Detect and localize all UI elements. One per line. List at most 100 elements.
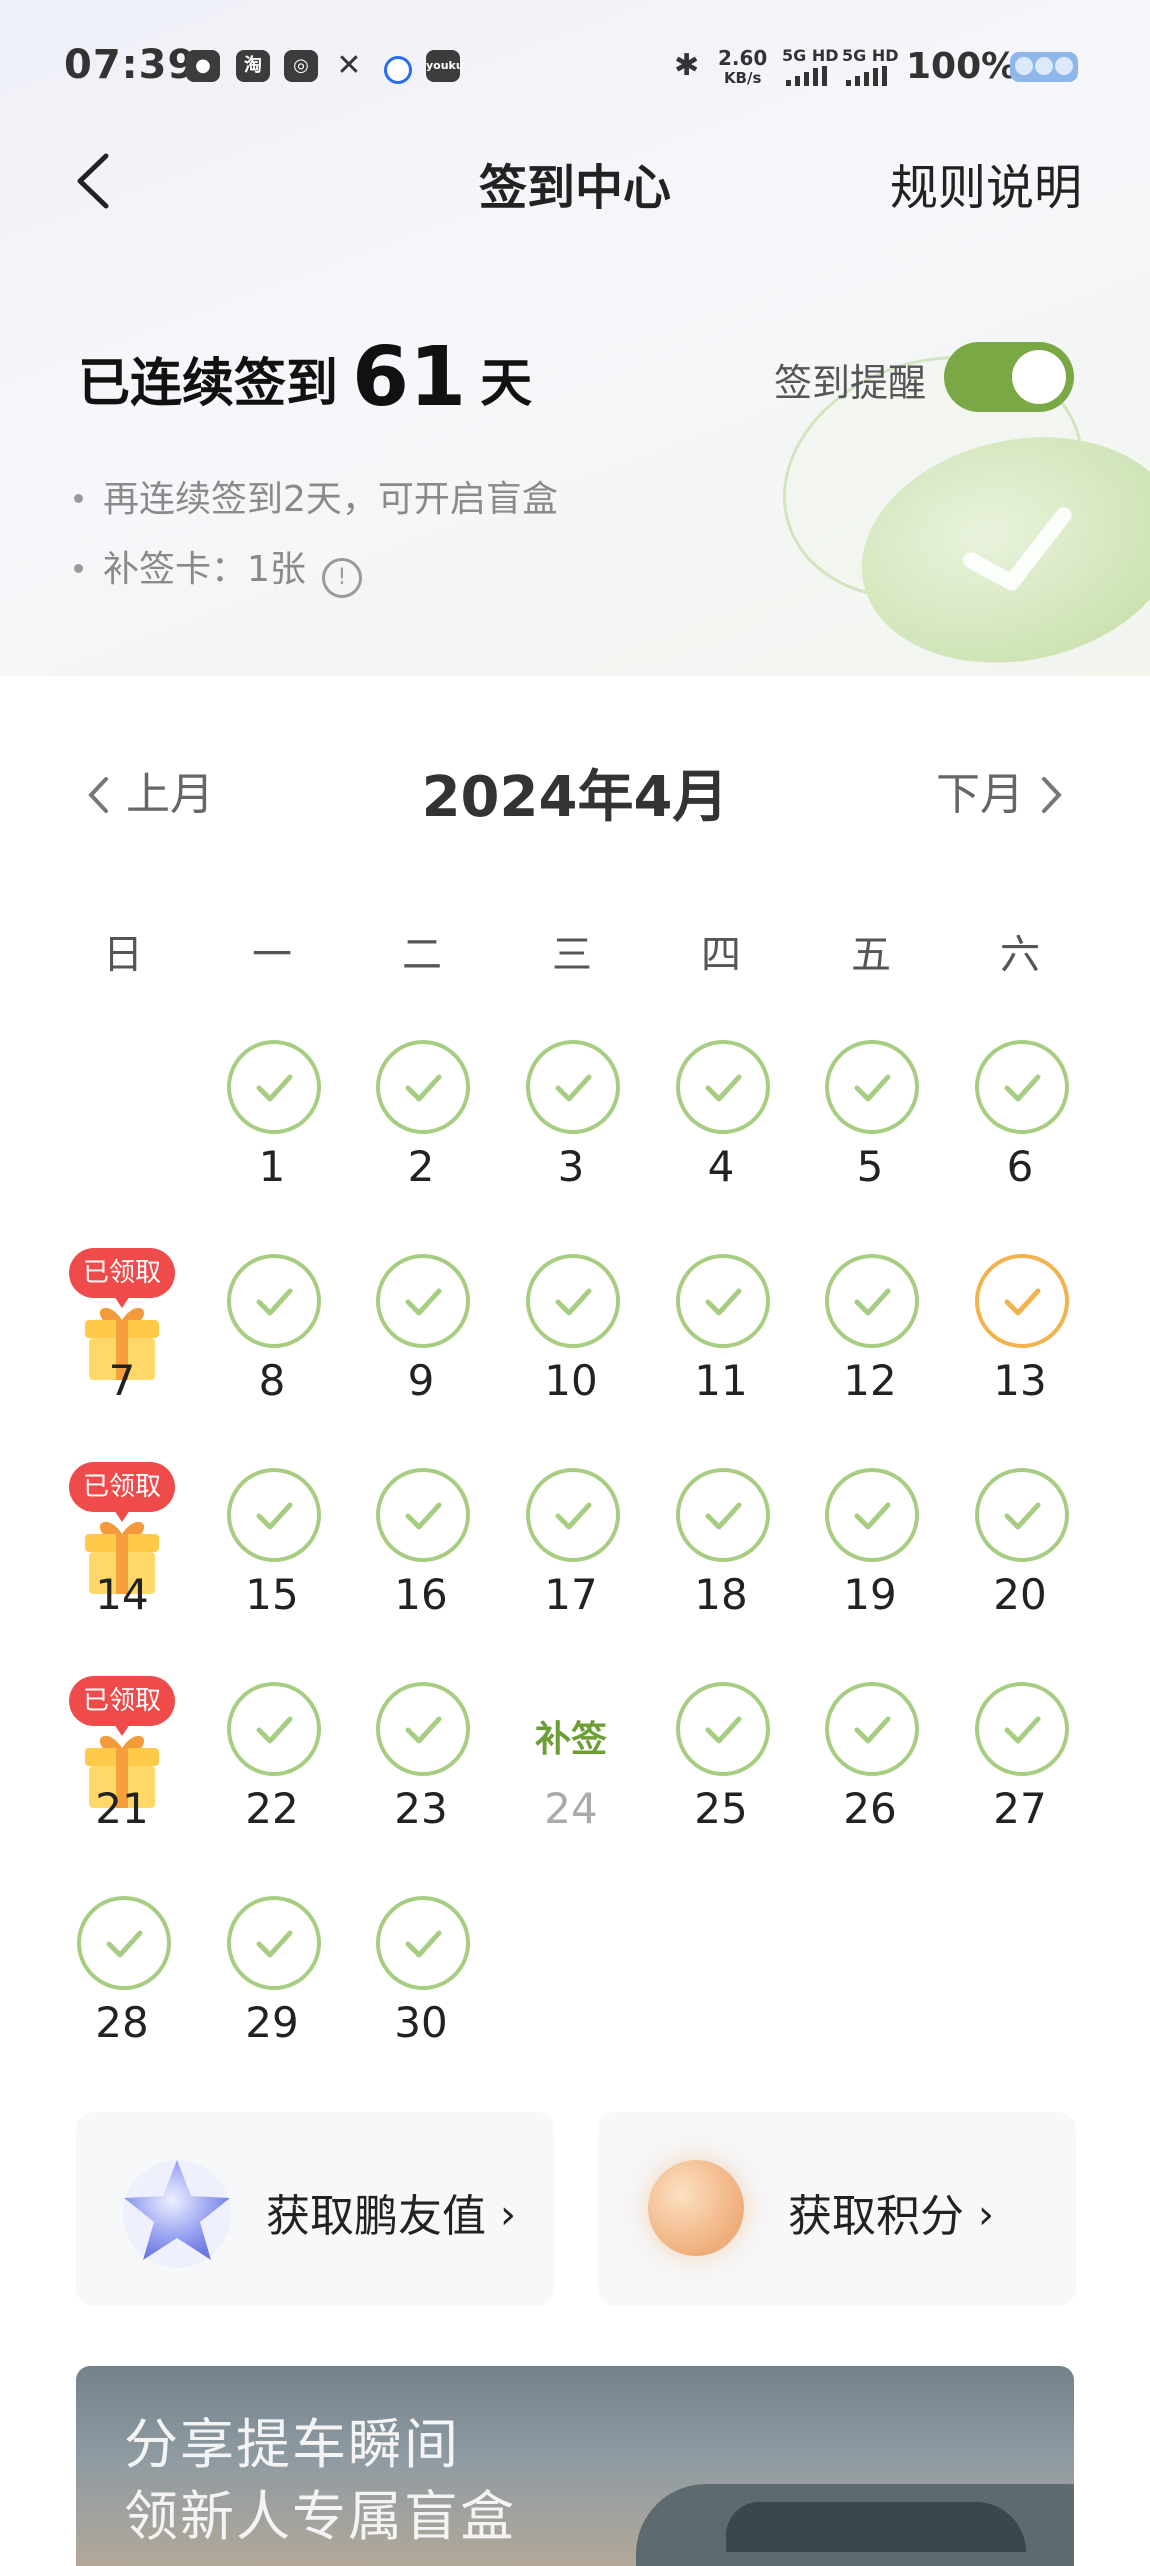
day-number: 20 bbox=[993, 1570, 1047, 1619]
status-time: 07:39 bbox=[64, 42, 197, 88]
claimed-badge: 已领取 bbox=[69, 1462, 175, 1522]
day-number: 12 bbox=[843, 1356, 897, 1405]
checkmark-icon bbox=[405, 1074, 442, 1102]
network-speed: 2.60 KB/s bbox=[718, 46, 768, 87]
sim2-label: 5G HD bbox=[842, 46, 899, 65]
calendar-day: 30 bbox=[346, 1896, 496, 2096]
checked-circle bbox=[376, 1896, 470, 1990]
day-number: 5 bbox=[856, 1142, 884, 1191]
makeup-card-count: 补签卡：1张! bbox=[74, 540, 362, 598]
chevron-right-icon bbox=[1042, 777, 1062, 813]
calendar-day: 6 bbox=[945, 1040, 1095, 1240]
calendar-day: 10 bbox=[496, 1254, 646, 1454]
status-bar: 07:39 ● 淘 ◎ ✕ youku ✱ 2.60 KB/s 5G HD 5G… bbox=[0, 0, 1150, 140]
checked-circle bbox=[227, 1040, 321, 1134]
checkmark-icon bbox=[555, 1288, 592, 1316]
calendar-day: 已领取 7 bbox=[47, 1248, 197, 1454]
chevron-right-icon: › bbox=[500, 2192, 516, 2238]
calendar-day: 25 bbox=[646, 1682, 796, 1882]
browser-icon bbox=[384, 56, 412, 84]
checked-circle bbox=[227, 1468, 321, 1562]
checked-circle bbox=[227, 1254, 321, 1348]
day-number: 18 bbox=[694, 1570, 748, 1619]
banner-line2: 领新人专属盲盒 bbox=[124, 2485, 516, 2548]
promo-banner[interactable]: 分享提车瞬间 领新人专属盲盒 bbox=[76, 2366, 1074, 2566]
checked-circle bbox=[975, 1468, 1069, 1562]
calendar-day[interactable]: 补签 24 bbox=[496, 1682, 646, 1882]
checkmark-icon bbox=[705, 1502, 742, 1530]
chevron-right-icon: › bbox=[978, 2192, 994, 2238]
calendar-day: 9 bbox=[346, 1254, 496, 1454]
checked-circle bbox=[676, 1254, 770, 1348]
calendar-day: 18 bbox=[646, 1468, 796, 1668]
info-icon[interactable]: ! bbox=[321, 558, 362, 598]
weekday-label: 二 bbox=[402, 932, 442, 978]
calendar-day: 已领取 21 bbox=[47, 1676, 197, 1882]
checkmark-icon bbox=[1004, 1502, 1041, 1530]
day-number: 30 bbox=[394, 1998, 448, 2047]
calendar-day: 20 bbox=[945, 1468, 1095, 1668]
calendar-day: 23 bbox=[346, 1682, 496, 1882]
checked-circle bbox=[526, 1254, 620, 1348]
streak-days: 61 bbox=[352, 330, 467, 425]
makeup-checkin-button[interactable]: 补签 bbox=[496, 1710, 646, 1762]
checked-circle bbox=[825, 1254, 919, 1348]
rules-link[interactable]: 规则说明 bbox=[890, 148, 1082, 218]
checkmark-icon bbox=[256, 1074, 293, 1102]
toggle-knob bbox=[1012, 350, 1066, 404]
weekday-label: 五 bbox=[851, 932, 891, 978]
calendar-day: 12 bbox=[795, 1254, 945, 1454]
day-number: 24 bbox=[544, 1784, 598, 1833]
checkmark-icon bbox=[854, 1074, 891, 1102]
day-number: 25 bbox=[694, 1784, 748, 1833]
checked-circle bbox=[526, 1040, 620, 1134]
car-image bbox=[636, 2484, 1074, 2566]
calendar-day: 22 bbox=[197, 1682, 347, 1882]
day-number: 26 bbox=[843, 1784, 897, 1833]
day-number: 8 bbox=[258, 1356, 286, 1405]
next-month-button[interactable]: 下月 bbox=[936, 758, 1064, 822]
day-number: 4 bbox=[707, 1142, 735, 1191]
day-number: 7 bbox=[108, 1356, 136, 1405]
day-number: 19 bbox=[843, 1570, 897, 1619]
checkmark-icon bbox=[555, 1074, 592, 1102]
calendar-day: 29 bbox=[197, 1896, 347, 2096]
claimed-badge: 已领取 bbox=[69, 1248, 175, 1308]
day-number: 29 bbox=[245, 1998, 299, 2047]
streak-suffix: 天 bbox=[480, 354, 533, 414]
sim2-signal-icon bbox=[846, 66, 890, 86]
day-number: 17 bbox=[544, 1570, 598, 1619]
checkmark-icon bbox=[405, 1502, 442, 1530]
checked-circle bbox=[376, 1254, 470, 1348]
checked-circle bbox=[376, 1468, 470, 1562]
calendar-day: 17 bbox=[496, 1468, 646, 1668]
day-number: 28 bbox=[95, 1998, 149, 2047]
streak-summary: 已连续签到 61 天 bbox=[78, 330, 532, 425]
friend-value-label: 获取鹏友值 bbox=[266, 2191, 486, 2242]
checked-circle bbox=[825, 1682, 919, 1776]
get-friend-value-card[interactable]: 获取鹏友值 › bbox=[76, 2112, 554, 2306]
checked-circle bbox=[77, 1896, 171, 1990]
star-icon bbox=[123, 2160, 231, 2268]
wechat-icon: ● bbox=[186, 50, 220, 82]
blind-box-tip: 再连续签到2天，可开启盲盒 bbox=[74, 470, 558, 522]
xpeng-icon: ✕ bbox=[336, 48, 362, 83]
points-label: 获取积分 bbox=[788, 2191, 964, 2242]
day-number: 1 bbox=[258, 1142, 286, 1191]
checked-circle bbox=[825, 1040, 919, 1134]
day-number: 23 bbox=[394, 1784, 448, 1833]
get-points-card[interactable]: 获取积分 › bbox=[598, 2112, 1076, 2306]
calendar-day: 28 bbox=[47, 1896, 197, 2096]
coin-icon bbox=[648, 2160, 744, 2256]
calendar-day: 11 bbox=[646, 1254, 796, 1454]
checkmark-icon bbox=[256, 1502, 293, 1530]
reminder-toggle[interactable] bbox=[944, 342, 1074, 412]
day-number: 13 bbox=[993, 1356, 1047, 1405]
weekday-label: 一 bbox=[252, 932, 292, 978]
banner-line1: 分享提车瞬间 bbox=[124, 2413, 460, 2476]
day-number: 16 bbox=[394, 1570, 448, 1619]
checkmark-icon bbox=[256, 1288, 293, 1316]
day-number: 3 bbox=[557, 1142, 585, 1191]
checkmark-icon bbox=[256, 1716, 293, 1744]
day-number: 22 bbox=[245, 1784, 299, 1833]
